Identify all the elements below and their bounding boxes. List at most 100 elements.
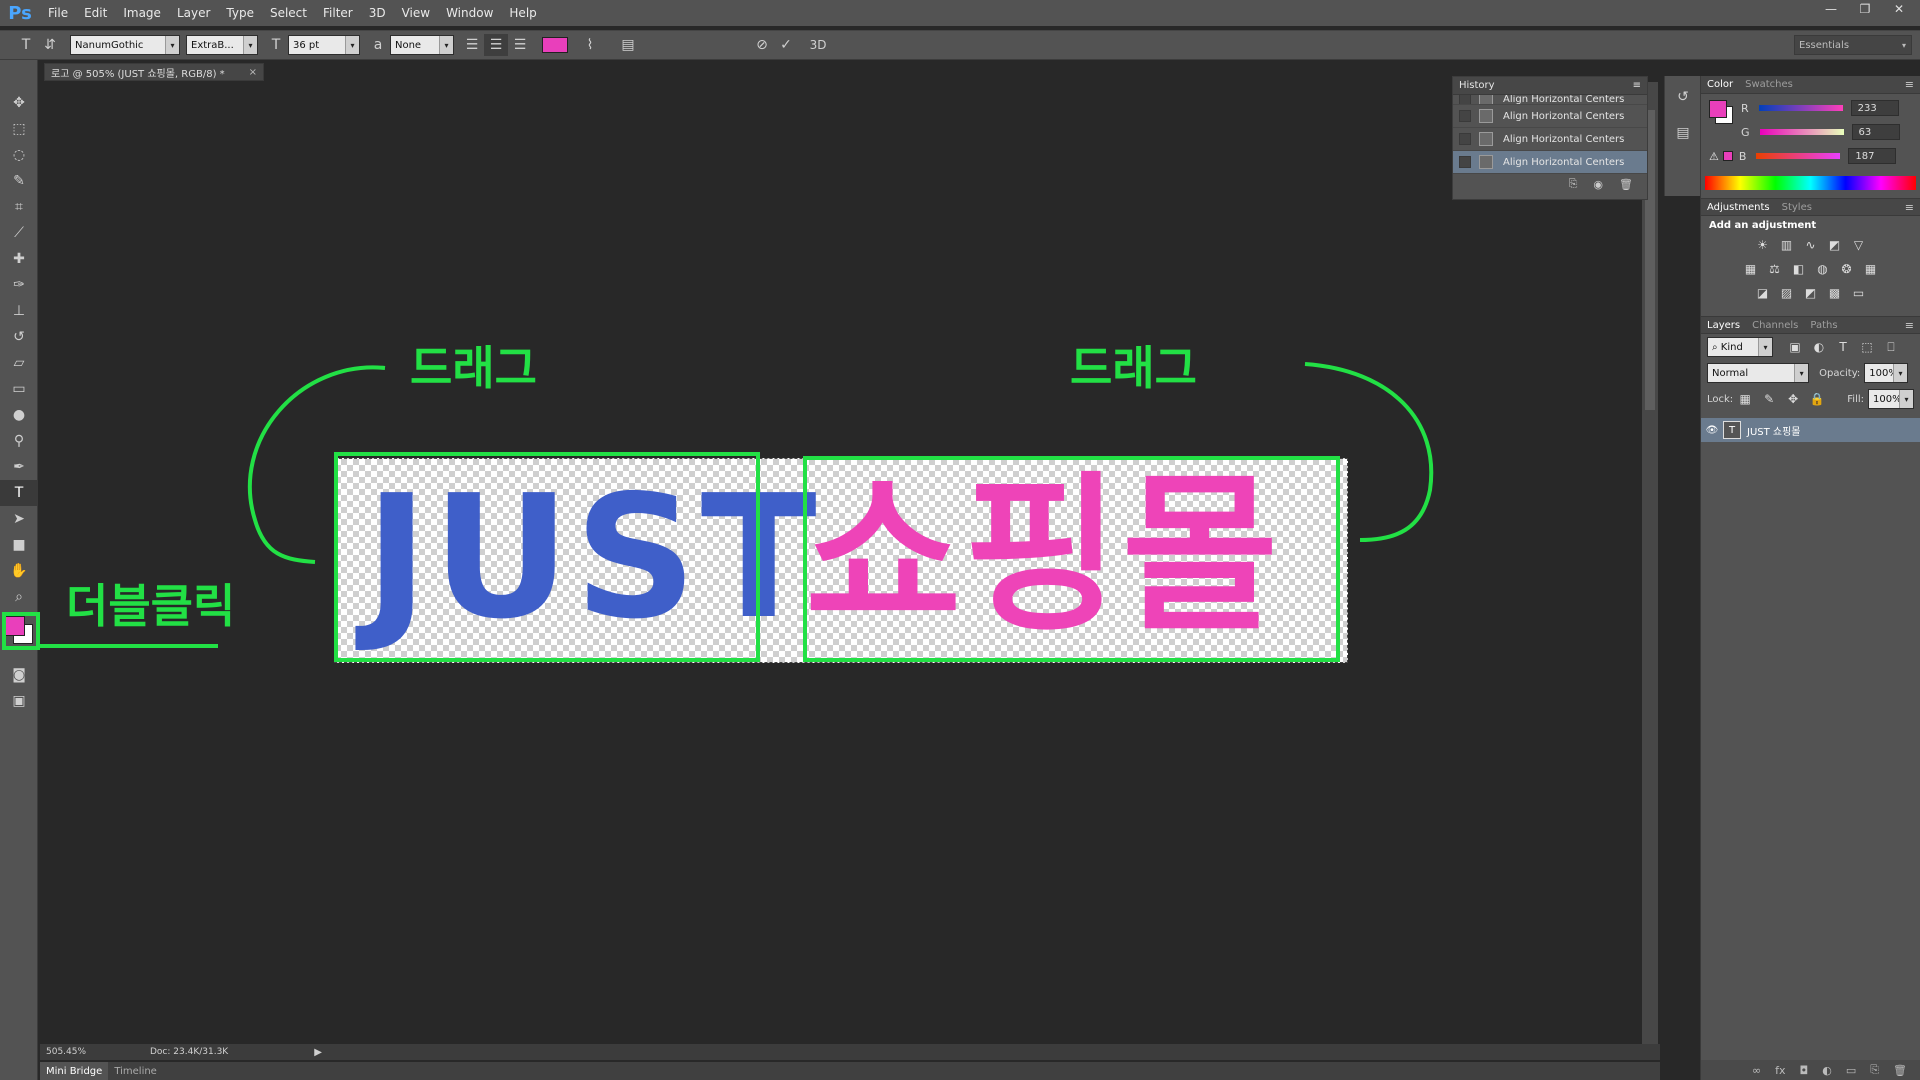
hue-saturation-icon[interactable]: ▦ [1742,261,1760,277]
red-slider[interactable] [1758,105,1843,111]
blue-value-input[interactable]: 187 [1848,148,1897,164]
curves-icon[interactable]: ∿ [1802,237,1820,253]
photo-filter-icon[interactable]: ◍ [1814,261,1832,277]
filter-type-icon[interactable]: T [1834,339,1852,355]
eye-icon[interactable]: 👁 [1701,425,1723,436]
link-layers-icon[interactable]: ∞ [1752,1064,1761,1077]
tab-color[interactable]: Color [1701,79,1739,90]
chevron-down-icon: ▾ [1794,364,1809,382]
blue-slider[interactable] [1756,153,1841,159]
history-state-icon [1479,132,1493,146]
fill-input[interactable]: 100% ▾ [1868,389,1914,409]
status-menu-icon[interactable]: ▶ [314,1047,322,1058]
type-layer-icon: T [1723,421,1741,439]
filter-shape-icon[interactable]: ⬚ [1858,339,1876,355]
layer-row-just-shoppingmall[interactable]: 👁 T JUST 쇼핑몰 [1701,418,1920,442]
levels-icon[interactable]: ▥ [1778,237,1796,253]
layers-panel-tabs: Layers Channels Paths ≡ [1701,316,1920,334]
filter-smart-object-icon[interactable]: ⎕ [1882,339,1900,355]
tab-adjustments[interactable]: Adjustments [1701,202,1776,213]
add-adjustment-label: Add an adjustment [1709,220,1817,231]
channel-mixer-icon[interactable]: ❂ [1838,261,1856,277]
history-checkbox[interactable] [1459,110,1471,122]
foreground-highlight-box [2,612,40,650]
selective-color-icon[interactable]: ▩ [1826,285,1844,301]
opacity-input[interactable]: 100% ▾ [1864,363,1908,383]
zoom-level[interactable]: 505.45% [46,1047,92,1057]
properties-panel-icon[interactable]: ▤ [1665,120,1701,146]
history-state-icon [1479,95,1493,104]
tab-swatches[interactable]: Swatches [1739,79,1799,90]
history-panel-icon[interactable]: ↺ [1665,84,1701,110]
chevron-down-icon: ▾ [1899,390,1913,408]
layers-blend-row: Normal ▾ Opacity: 100% ▾ [1701,360,1920,386]
lock-position-icon[interactable]: ✥ [1784,391,1802,407]
threshold-icon[interactable]: ◩ [1802,285,1820,301]
tab-timeline[interactable]: Timeline [108,1066,163,1077]
filter-adjustment-icon[interactable]: ◐ [1810,339,1828,355]
history-row[interactable]: Align Horizontal Centers [1453,128,1647,151]
history-checkbox[interactable] [1459,133,1471,145]
invert-icon[interactable]: ◪ [1754,285,1772,301]
camera-icon[interactable]: ◉ [1593,178,1603,191]
tab-layers[interactable]: Layers [1701,320,1746,331]
layers-lock-row: Lock: ▦ ✎ ✥ 🔒 Fill: 100% ▾ [1701,386,1920,412]
blue-slider-row: ⚠ B 187 [1709,148,1897,164]
color-lookup-icon[interactable]: ▦ [1862,261,1880,277]
brightness-icon[interactable]: ☀ [1754,237,1772,253]
layer-mask-icon[interactable]: ◘ [1800,1064,1809,1077]
tab-paths[interactable]: Paths [1804,320,1843,331]
color-spectrum[interactable] [1705,176,1916,190]
arrow-curve-left [247,365,386,564]
new-adjustment-icon[interactable]: ◐ [1822,1064,1832,1077]
history-row-selected[interactable]: Align Horizontal Centers [1453,151,1647,174]
green-slider[interactable] [1759,129,1844,135]
red-value-input[interactable]: 233 [1850,100,1899,116]
layers-footer: ∞ fx ◘ ◐ ▭ ⎘ 🗑 [1701,1060,1920,1080]
history-checkbox[interactable] [1459,156,1471,168]
new-group-icon[interactable]: ▭ [1846,1064,1856,1077]
posterize-icon[interactable]: ▨ [1778,285,1796,301]
exposure-icon[interactable]: ◩ [1826,237,1844,253]
gradient-map-icon[interactable]: ▭ [1850,285,1868,301]
new-layer-icon[interactable]: ⎘ [1870,1063,1879,1077]
filter-pixel-icon[interactable]: ▣ [1786,339,1804,355]
history-row[interactable]: Align Horizontal Centers [1453,105,1647,128]
black-white-icon[interactable]: ◧ [1790,261,1808,277]
blend-mode-select[interactable]: Normal ▾ [1707,363,1810,383]
lock-all-icon[interactable]: 🔒 [1808,391,1826,407]
red-slider-row: R 233 [1741,100,1899,116]
history-panel: History ≡ Align Horizontal Centers Align… [1452,76,1648,200]
tab-mini-bridge[interactable]: Mini Bridge [40,1062,109,1080]
layer-kind-select[interactable]: ⌕ Kind ▾ [1707,337,1773,357]
lock-transparency-icon[interactable]: ▦ [1736,391,1754,407]
adjustments-panel-tabs: Adjustments Styles ≡ [1701,198,1920,216]
color-panel: R 233 G 63 ⚠ B 187 [1701,94,1920,176]
tab-channels[interactable]: Channels [1746,320,1804,331]
chevron-down-icon: ▾ [1758,338,1772,356]
history-row[interactable]: Align Horizontal Centers [1453,95,1647,105]
tab-styles[interactable]: Styles [1776,202,1818,213]
arrow-curve-right [1304,362,1434,542]
history-checkbox[interactable] [1459,95,1471,104]
trash-icon[interactable]: 🗑 [1619,178,1633,191]
panel-menu-icon[interactable]: ≡ [1905,201,1914,214]
color-fg-swatch[interactable] [1709,100,1727,118]
green-value-input[interactable]: 63 [1851,124,1900,140]
vibrance-icon[interactable]: ▽ [1850,237,1868,253]
panel-menu-icon[interactable]: ≡ [1905,319,1914,332]
collapsed-panel-strip: ↺ ▤ [1664,76,1700,196]
trash-icon[interactable]: 🗑 [1893,1064,1907,1077]
panel-menu-icon[interactable]: ≡ [1905,78,1914,91]
layer-style-icon[interactable]: fx [1775,1064,1785,1077]
new-document-icon[interactable]: ⎘ [1569,177,1578,191]
doc-size[interactable]: Doc: 23.4K/31.3K [150,1047,228,1057]
panel-menu-icon[interactable]: ≡ [1633,80,1641,91]
search-icon: ⌕ [1712,341,1721,353]
color-balance-icon[interactable]: ⚖ [1766,261,1784,277]
warning-icon[interactable]: ⚠ [1709,150,1719,163]
lock-pixels-icon[interactable]: ✎ [1760,391,1778,407]
gamut-swatch[interactable] [1722,151,1733,161]
history-title[interactable]: History [1459,80,1495,91]
chevron-down-icon: ▾ [1893,364,1907,382]
